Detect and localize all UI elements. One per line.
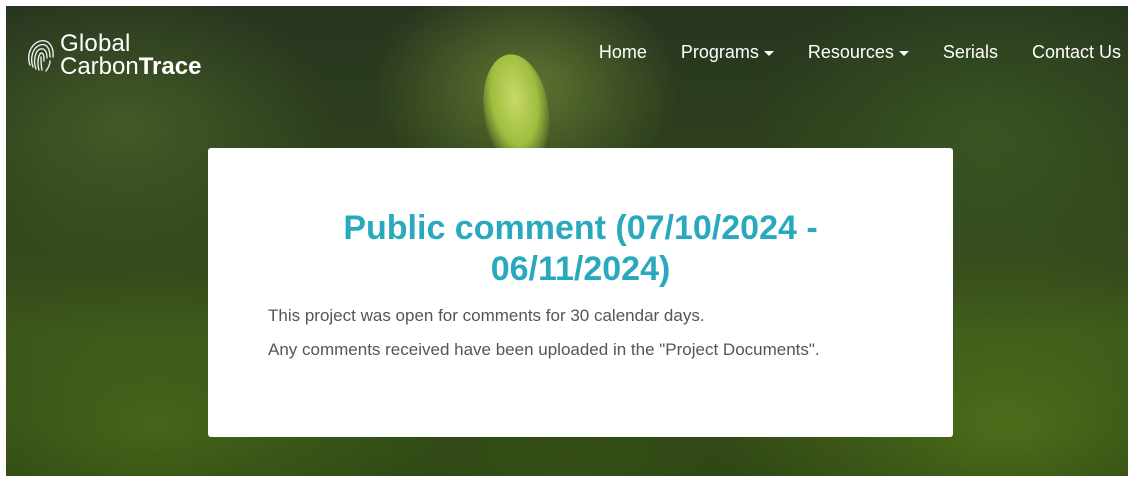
nav-contact-us[interactable]: Contact Us	[1032, 42, 1121, 63]
nav-resources[interactable]: Resources	[808, 42, 909, 63]
nav-serials[interactable]: Serials	[943, 42, 998, 63]
site-logo[interactable]: Global CarbonTrace	[24, 30, 202, 80]
nav-resources-label: Resources	[807, 42, 894, 62]
nav-programs[interactable]: Programs	[681, 42, 774, 63]
card-paragraph-comments-uploaded: Any comments received have been uploaded…	[268, 340, 820, 359]
public-comment-card: Public comment (07/10/2024 - 06/11/2024)…	[208, 148, 953, 437]
nav-programs-label: Programs	[680, 42, 759, 62]
logo-wordmark: Global CarbonTrace	[60, 30, 202, 80]
nav-home[interactable]: Home	[599, 42, 647, 63]
logo-text-carbontrace: CarbonTrace	[60, 53, 202, 80]
logo-text-global: Global	[60, 30, 131, 57]
fingerprint-icon	[28, 40, 54, 72]
logo-text-carbon: Carbon	[60, 53, 139, 80]
caret-down-icon	[763, 51, 774, 56]
logo-text-trace: Trace	[138, 53, 202, 80]
caret-down-icon	[898, 51, 909, 56]
main-nav: Home Programs Resources Serials Contact …	[565, 42, 1121, 63]
card-title: Public comment (07/10/2024 - 06/11/2024)	[343, 209, 818, 288]
card-paragraph-open-period: This project was open for comments for 3…	[268, 306, 705, 325]
